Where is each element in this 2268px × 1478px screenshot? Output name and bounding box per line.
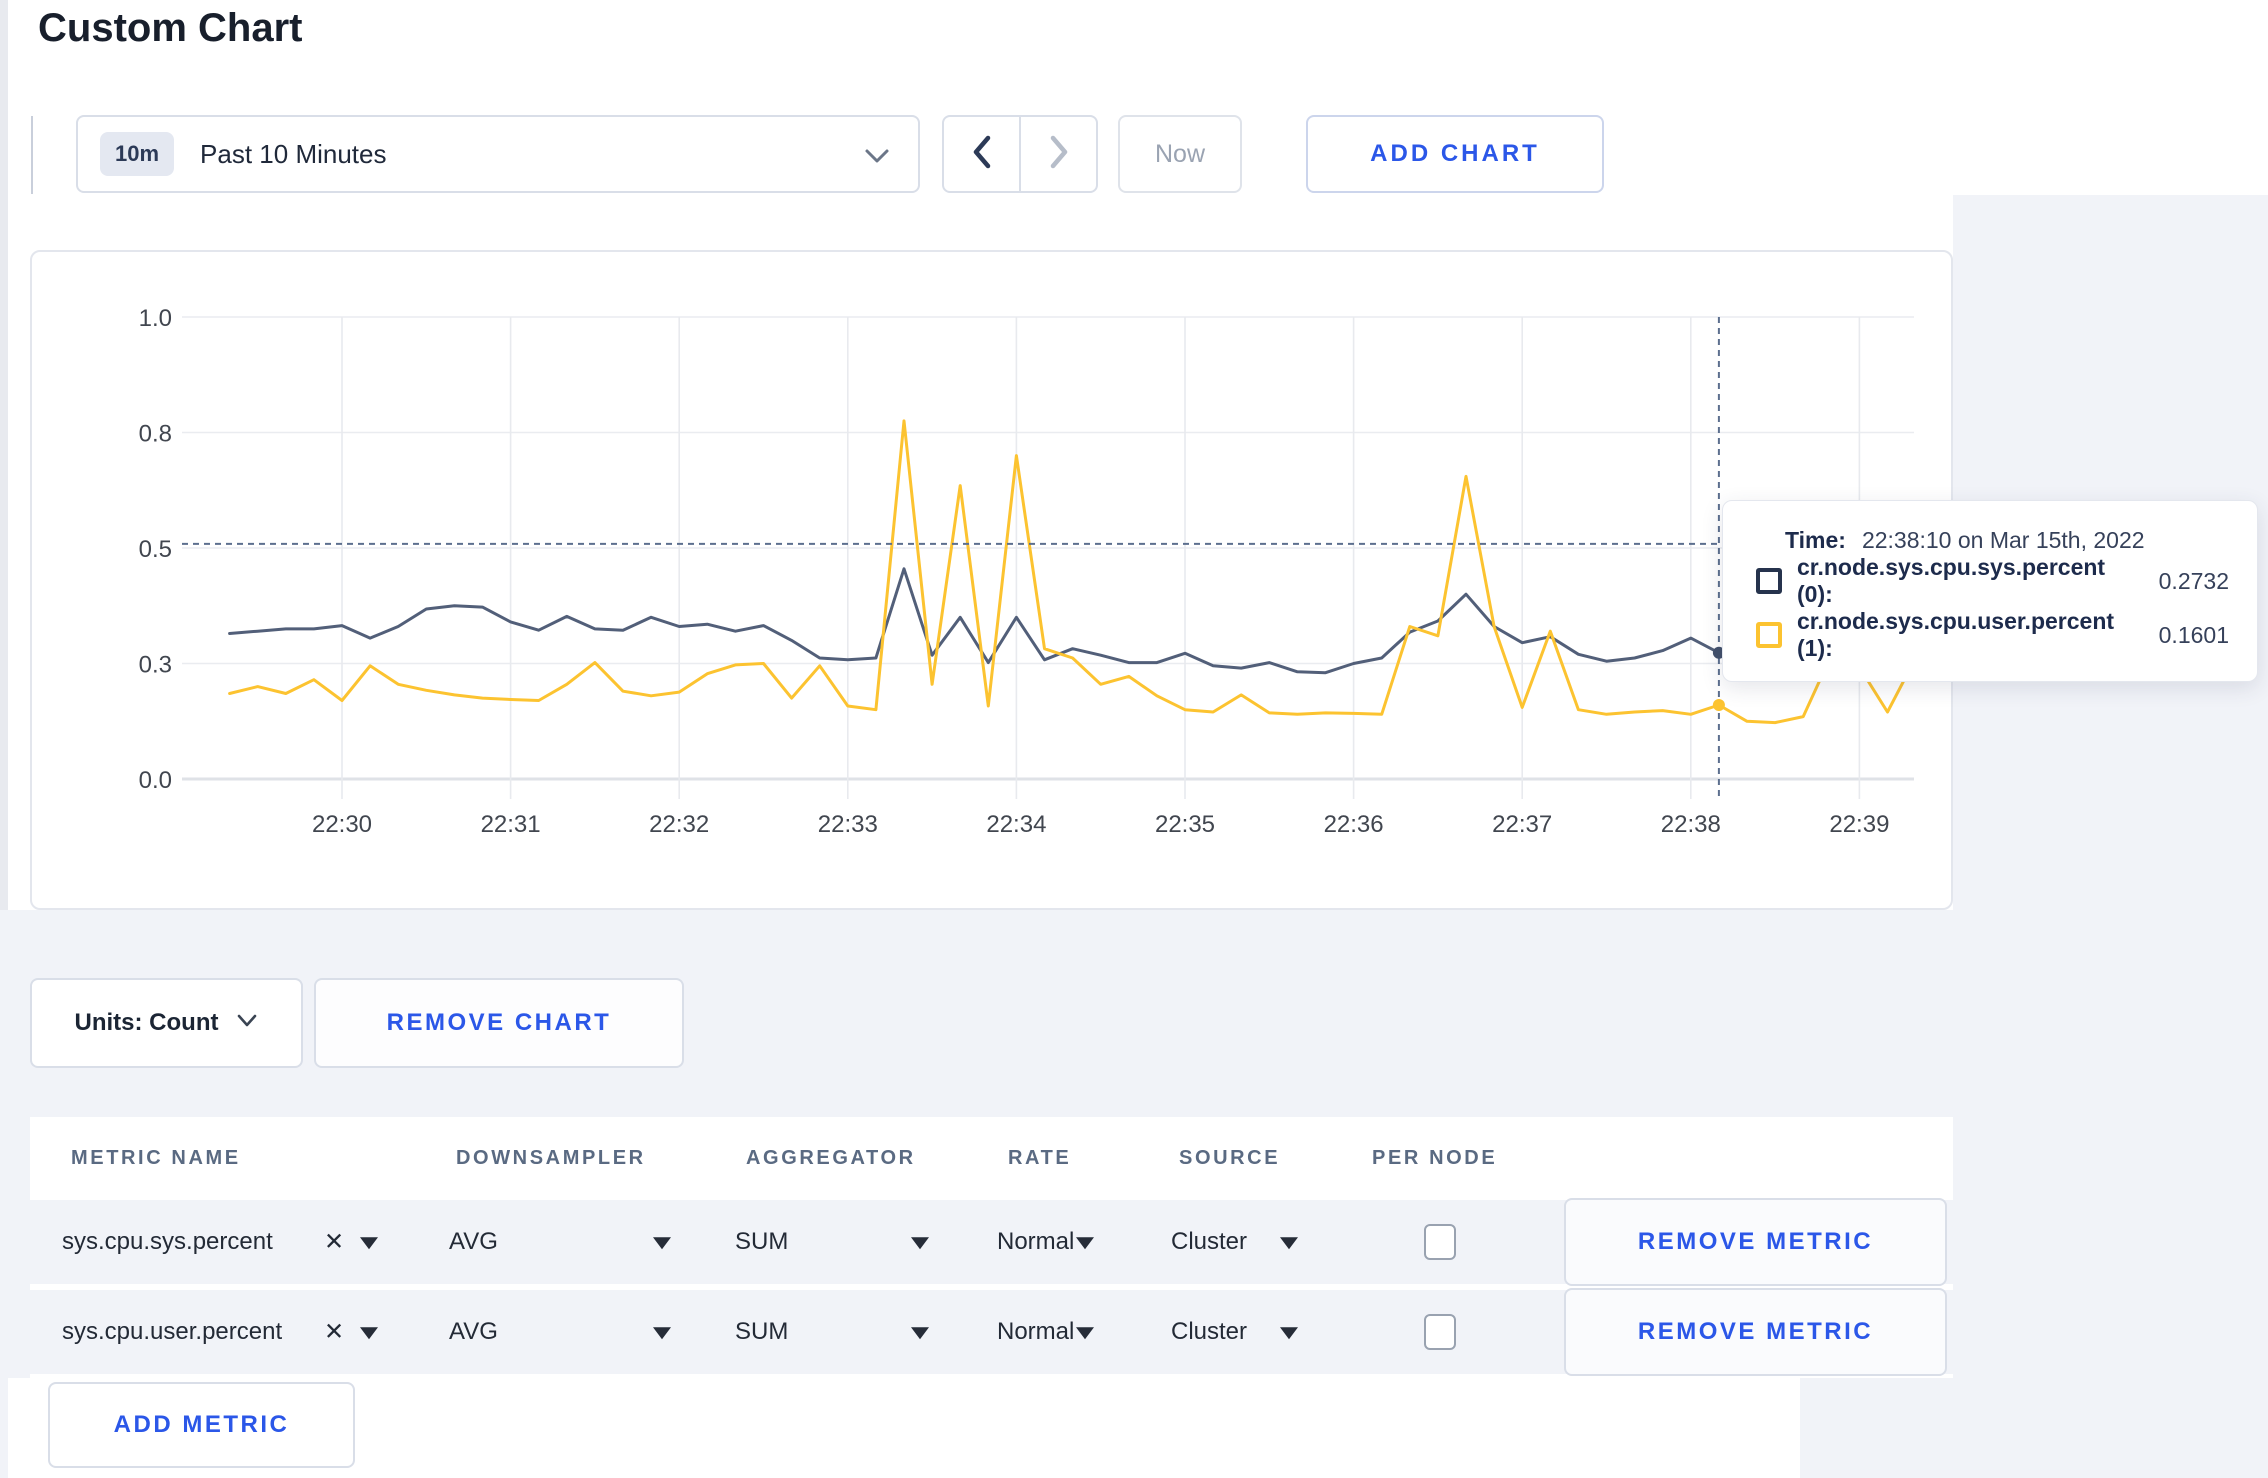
downsampler-select[interactable]: AVG (449, 1318, 498, 1346)
chart-hover-tooltip: Time: 22:38:10 on Mar 15th, 2022 cr.node… (1722, 500, 2258, 682)
metric-name-value[interactable]: sys.cpu.sys.percent (62, 1228, 273, 1256)
column-header-rate: RATE (1008, 1147, 1072, 1169)
metric-row: sys.cpu.sys.percent ✕ AVG SUM Normal Cluster R… (30, 1198, 1953, 1286)
page-left-edge-strip (0, 0, 8, 910)
custom-chart-card: 0.0 0.3 0.5 0.8 1.0 22:30 22:31 22:32 22:33 22:34… (30, 250, 1953, 910)
y-axis-tick-label: 0.0 (139, 767, 172, 794)
tooltip-series-label: cr.node.sys.cpu.user.percent (1): (1797, 608, 2115, 661)
remove-metric-button[interactable]: REMOVE METRIC (1564, 1198, 1947, 1286)
clear-metric-icon[interactable]: ✕ (324, 1228, 344, 1257)
aggregator-dropdown-icon[interactable] (911, 1237, 929, 1250)
per-node-checkbox[interactable] (1424, 1314, 1456, 1350)
source-dropdown-icon[interactable] (1280, 1237, 1298, 1250)
tooltip-series-value: 0.1601 (2158, 621, 2229, 648)
previous-time-button[interactable] (944, 117, 1021, 191)
x-axis-tick-label: 22:36 (1324, 811, 1384, 838)
time-window-badge: 10m (100, 132, 175, 176)
per-node-checkbox[interactable] (1424, 1224, 1456, 1260)
sys-series-legend-icon (1756, 568, 1782, 594)
chevron-right-icon (1048, 135, 1070, 174)
tooltip-time-label: Time: (1785, 527, 1846, 553)
column-header-per-node: PER NODE (1372, 1147, 1498, 1169)
tooltip-series-value: 0.2732 (2158, 567, 2229, 594)
source-dropdown-icon[interactable] (1280, 1327, 1298, 1340)
toolbar-divider (31, 116, 33, 194)
column-header-aggregator: AGGREGATOR (746, 1147, 916, 1169)
page-title: Custom Chart (38, 6, 303, 50)
metric-name-dropdown-icon[interactable] (360, 1237, 378, 1250)
x-axis-tick-label: 22:35 (1155, 811, 1215, 838)
chevron-left-icon (971, 135, 993, 174)
metrics-table: METRIC NAME DOWNSAMPLER AGGREGATOR RATE SOUR… (30, 1117, 1953, 1378)
x-axis-tick-label: 22:31 (481, 811, 541, 838)
metric-row: sys.cpu.user.percent ✕ AVG SUM Normal Cluster… (30, 1288, 1953, 1376)
chevron-down-icon (236, 1013, 258, 1033)
tooltip-time-row: Time: 22:38:10 on Mar 15th, 2022 (1785, 527, 2229, 554)
next-time-button[interactable] (1021, 117, 1096, 191)
downsampler-dropdown-icon[interactable] (653, 1327, 671, 1340)
x-axis-tick-label: 22:33 (818, 811, 878, 838)
tooltip-time-value: 22:38:10 on Mar 15th, 2022 (1861, 527, 2145, 553)
aggregator-select[interactable]: SUM (735, 1228, 788, 1256)
x-axis-tick-label: 22:37 (1492, 811, 1552, 838)
x-axis-tick-label: 22:38 (1661, 811, 1721, 838)
tooltip-series-label: cr.node.sys.cpu.sys.percent (0): (1797, 554, 2106, 607)
cpu-percent-line-chart[interactable]: 0.0 0.3 0.5 0.8 1.0 22:30 22:31 22:32 22:33 22:34… (32, 252, 1951, 908)
user-series-legend-icon (1756, 622, 1782, 648)
downsampler-dropdown-icon[interactable] (653, 1237, 671, 1250)
series-line (228, 419, 1918, 725)
remove-metric-button[interactable]: REMOVE METRIC (1564, 1288, 1947, 1376)
time-window-select[interactable]: 10m Past 10 Minutes (76, 115, 920, 193)
units-select-label: Units: Count (74, 1009, 219, 1036)
remove-chart-button[interactable]: REMOVE CHART (314, 978, 684, 1068)
now-button[interactable]: Now (1118, 115, 1242, 193)
x-axis-tick-label: 22:39 (1829, 811, 1889, 838)
rate-dropdown-icon[interactable] (1076, 1327, 1094, 1340)
units-select[interactable]: Units: Count (30, 978, 303, 1068)
x-axis-tick-label: 22:32 (649, 811, 709, 838)
y-axis-tick-label: 0.8 (139, 421, 172, 448)
column-header-metric-name: METRIC NAME (71, 1147, 241, 1169)
column-header-source: SOURCE (1179, 1147, 1281, 1169)
x-axis-tick-label: 22:34 (986, 811, 1046, 838)
source-select[interactable]: Cluster (1171, 1318, 1247, 1346)
time-pager (942, 115, 1098, 193)
y-axis-tick-label: 0.5 (139, 536, 172, 563)
metric-name-value[interactable]: sys.cpu.user.percent (62, 1318, 282, 1346)
source-select[interactable]: Cluster (1171, 1228, 1247, 1256)
time-window-label: Past 10 Minutes (200, 138, 387, 169)
rate-select[interactable]: Normal (997, 1318, 1074, 1346)
clear-metric-icon[interactable]: ✕ (324, 1318, 344, 1347)
downsampler-select[interactable]: AVG (449, 1228, 498, 1256)
column-header-downsampler: DOWNSAMPLER (456, 1147, 646, 1169)
add-chart-button[interactable]: ADD CHART (1306, 115, 1604, 193)
tooltip-series-row: cr.node.sys.cpu.user.percent (1): 0.1601 (1756, 608, 2229, 662)
x-axis-tick-label: 22:30 (312, 811, 372, 838)
aggregator-select[interactable]: SUM (735, 1318, 788, 1346)
hover-point-dot (1712, 699, 1725, 712)
y-axis-tick-label: 0.3 (139, 652, 172, 679)
y-axis-tick-label: 1.0 (139, 305, 172, 332)
add-metric-button[interactable]: ADD METRIC (48, 1382, 355, 1468)
metric-name-dropdown-icon[interactable] (360, 1327, 378, 1340)
rate-select[interactable]: Normal (997, 1228, 1074, 1256)
chevron-down-icon (864, 147, 890, 170)
rate-dropdown-icon[interactable] (1076, 1237, 1094, 1250)
tooltip-series-row: cr.node.sys.cpu.sys.percent (0): 0.2732 (1756, 554, 2229, 608)
aggregator-dropdown-icon[interactable] (911, 1327, 929, 1340)
